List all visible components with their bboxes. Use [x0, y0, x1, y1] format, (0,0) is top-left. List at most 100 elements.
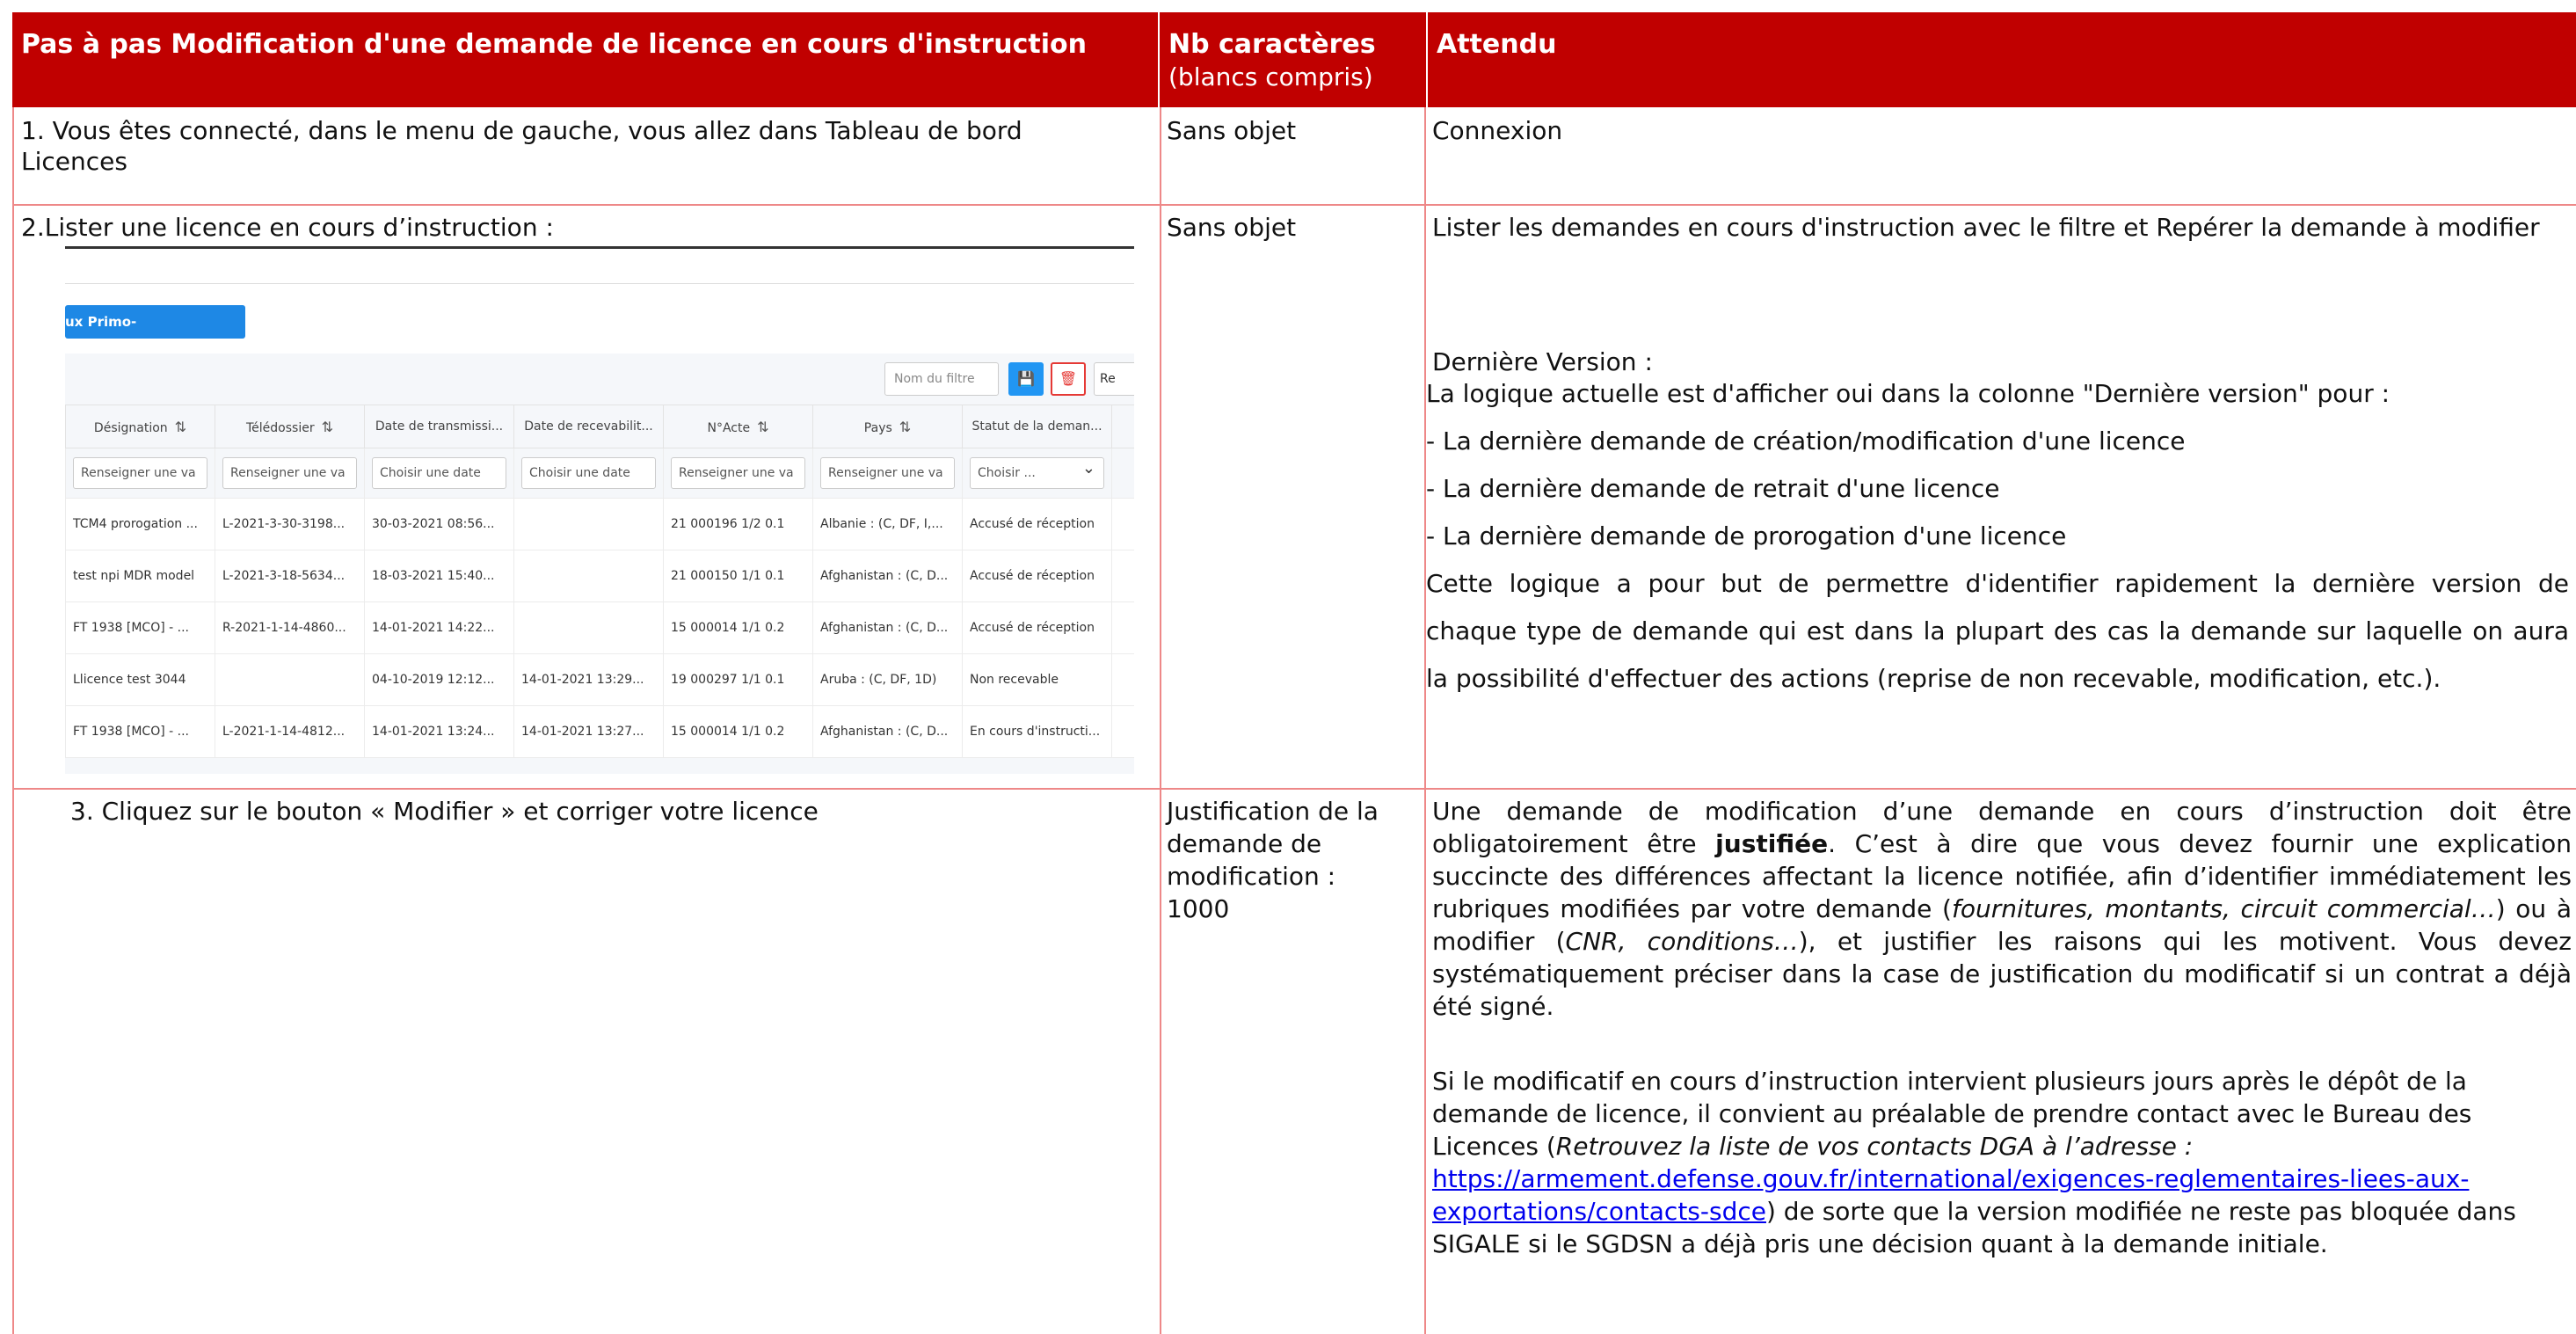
filter-name-input[interactable]: Nom du filtre: [884, 362, 999, 396]
sort-icon[interactable]: ⇅: [175, 419, 186, 435]
column-header-label: N°Acte: [707, 420, 751, 435]
header-cell-steps: Pas à pas Modification d'une demande de …: [12, 12, 1160, 107]
table-cell: Afghanistan : (C, D...: [812, 705, 963, 758]
table-cell: 15 000014 1/1 0.2: [663, 601, 813, 654]
filter-cell-overflow: [1111, 448, 1134, 499]
table-cell: TCM4 prorogation ...: [65, 498, 215, 550]
table-cell: L-2021-3-30-3198...: [215, 498, 365, 550]
header-nb-title: Nb caractères: [1168, 29, 1376, 60]
row3-paragraph-2: Si le modificatif en cours d’instruction…: [1432, 1065, 2572, 1260]
table-cell-overflow: [1111, 653, 1134, 706]
row3-step: 3. Cliquez sur le bouton « Modifier » et…: [70, 797, 819, 826]
filter-cell: Renseigner une va: [812, 448, 963, 499]
table-row[interactable]: FT 1938 [MCO] - ... L-2021-1-14-4812... 14…: [65, 705, 1134, 758]
table-cell: 21 000196 1/2 0.1: [663, 498, 813, 550]
text-filter-input[interactable]: Renseigner une va: [73, 457, 207, 489]
filter-cell: Renseigner une va: [65, 448, 215, 499]
delete-filter-button[interactable]: 🗑: [1051, 362, 1086, 396]
row1-nb: Sans objet: [1167, 116, 1297, 145]
table-cell: En cours d'instructi...: [962, 705, 1112, 758]
table-cell: 04-10-2019 12:12...: [364, 653, 514, 706]
save-filter-button[interactable]: 💾: [1008, 362, 1044, 396]
derniere-version-para-line1: Cette logique a pour but de permettre d'…: [1426, 569, 2569, 598]
screenshot-separator: [65, 283, 1134, 284]
table-cell: R-2021-1-14-4860...: [215, 601, 365, 654]
row-divider-1: [12, 204, 2576, 206]
table-row[interactable]: test npi MDR model L-2021-3-18-5634... 18-…: [65, 550, 1134, 602]
text-filter-input[interactable]: Renseigner une va: [671, 457, 805, 489]
derniere-version-item-3: - La dernière demande de prorogation d'u…: [1426, 521, 2067, 550]
table-cell: 19 000297 1/1 0.1: [663, 653, 813, 706]
table-cell: 14-01-2021 13:29...: [513, 653, 664, 706]
table-cell: Accusé de réception: [962, 601, 1112, 654]
column-header[interactable]: Télédossier ⇅: [215, 405, 365, 448]
derniere-version-item-2: - La dernière demande de retrait d'une l…: [1426, 474, 2000, 503]
row-divider-2: [12, 788, 2576, 790]
date-filter-input[interactable]: Choisir une date: [521, 457, 656, 489]
licence-table: Désignation ⇅ Télédossier ⇅ Date de transmis…: [65, 405, 1134, 758]
table-cell: [513, 550, 664, 602]
column-header-overflow: [1111, 405, 1134, 448]
table-cell: 21 000150 1/1 0.1: [663, 550, 813, 602]
table-cell: Afghanistan : (C, D...: [812, 550, 963, 602]
table-cell: Aruba : (C, DF, 1D): [812, 653, 963, 706]
table-cell: 18-03-2021 15:40...: [364, 550, 514, 602]
table-body: TCM4 prorogation ... L-2021-3-30-3198... 3…: [65, 498, 1134, 758]
reset-button[interactable]: Re: [1094, 362, 1134, 396]
table-cell: 15 000014 1/1 0.2: [663, 705, 813, 758]
row3-nb-line2: demande de: [1167, 829, 1322, 858]
instructions-table: Pas à pas Modification d'une demande de …: [12, 12, 2576, 1334]
column-header[interactable]: Date de recevabilit...: [513, 405, 664, 448]
chevron-down-icon: ⌄: [1081, 459, 1095, 477]
text-filter-input[interactable]: Renseigner une va: [820, 457, 955, 489]
primo-enregistrements-button[interactable]: ux Primo-Enregistrements: [65, 305, 245, 363]
table-header-row: Désignation ⇅ Télédossier ⇅ Date de transmis…: [65, 405, 1134, 448]
column-header-label: Date de recevabilit...: [524, 419, 653, 434]
table-border-left: [12, 107, 14, 1334]
table-row[interactable]: Llicence test 3044 04-10-2019 12:12... 14-…: [65, 653, 1134, 706]
column-header-label: Pays: [863, 420, 892, 435]
row3-paragraph-1: Une demande de modification d’une demand…: [1432, 795, 2572, 1023]
table-cell: test npi MDR model: [65, 550, 215, 602]
table-cell: Albanie : (C, DF, I,...: [812, 498, 963, 550]
table-cell-overflow: [1111, 705, 1134, 758]
table-cell: [513, 601, 664, 654]
table-cell: L-2021-3-18-5634...: [215, 550, 365, 602]
row3-nb-line3: modification :: [1167, 862, 1336, 891]
row1-step-line2: Licences: [21, 147, 127, 176]
column-header[interactable]: N°Acte ⇅: [663, 405, 813, 448]
text-filter-input[interactable]: Renseigner une va: [222, 457, 357, 489]
sort-icon[interactable]: ⇅: [899, 419, 911, 435]
derniere-version-para-line3: la possibilité d'effectuer des actions (…: [1426, 664, 2441, 693]
column-header[interactable]: Date de transmissi...: [364, 405, 514, 448]
table-cell: Accusé de réception: [962, 550, 1112, 602]
column-header[interactable]: Pays ⇅: [812, 405, 963, 448]
derniere-version-item-1: - La dernière demande de création/modifi…: [1426, 426, 2186, 456]
table-cell-overflow: [1111, 601, 1134, 654]
header-cell-nb: Nb caractères (blancs compris): [1160, 12, 1428, 107]
sort-icon[interactable]: ⇅: [757, 419, 768, 435]
save-icon: 💾: [1017, 370, 1035, 387]
column-header[interactable]: Statut de la deman...: [962, 405, 1112, 448]
table-row[interactable]: FT 1938 [MCO] - ... R-2021-1-14-4860... 14…: [65, 601, 1134, 654]
filter-cell: Choisir ... ⌄: [962, 448, 1112, 499]
table-cell: [513, 498, 664, 550]
table-cell: [215, 653, 365, 706]
table-row[interactable]: TCM4 prorogation ... L-2021-3-30-3198... 3…: [65, 498, 1134, 550]
header-steps-title: Pas à pas Modification d'une demande de …: [21, 29, 1087, 60]
table-cell: 14-01-2021 13:24...: [364, 705, 514, 758]
date-filter-input[interactable]: Choisir une date: [372, 457, 506, 489]
column-header-label: Date de transmissi...: [375, 419, 504, 434]
derniere-version-title: Dernière Version :: [1432, 347, 1653, 376]
filter-cell: Choisir une date: [513, 448, 664, 499]
table-cell: FT 1938 [MCO] - ...: [65, 705, 215, 758]
row2-nb: Sans objet: [1167, 213, 1297, 242]
p2-italic: Retrouvez la liste de vos contacts DGA à…: [1555, 1132, 2194, 1161]
p1-italic-1: fournitures, montants, circuit commercia…: [1951, 894, 2496, 923]
column-header[interactable]: Désignation ⇅: [65, 405, 215, 448]
column-divider-2: [1424, 107, 1426, 1334]
table-cell: Afghanistan : (C, D...: [812, 601, 963, 654]
column-header-label: Statut de la deman...: [971, 419, 1102, 434]
table-cell: 30-03-2021 08:56...: [364, 498, 514, 550]
sort-icon[interactable]: ⇅: [322, 419, 333, 435]
